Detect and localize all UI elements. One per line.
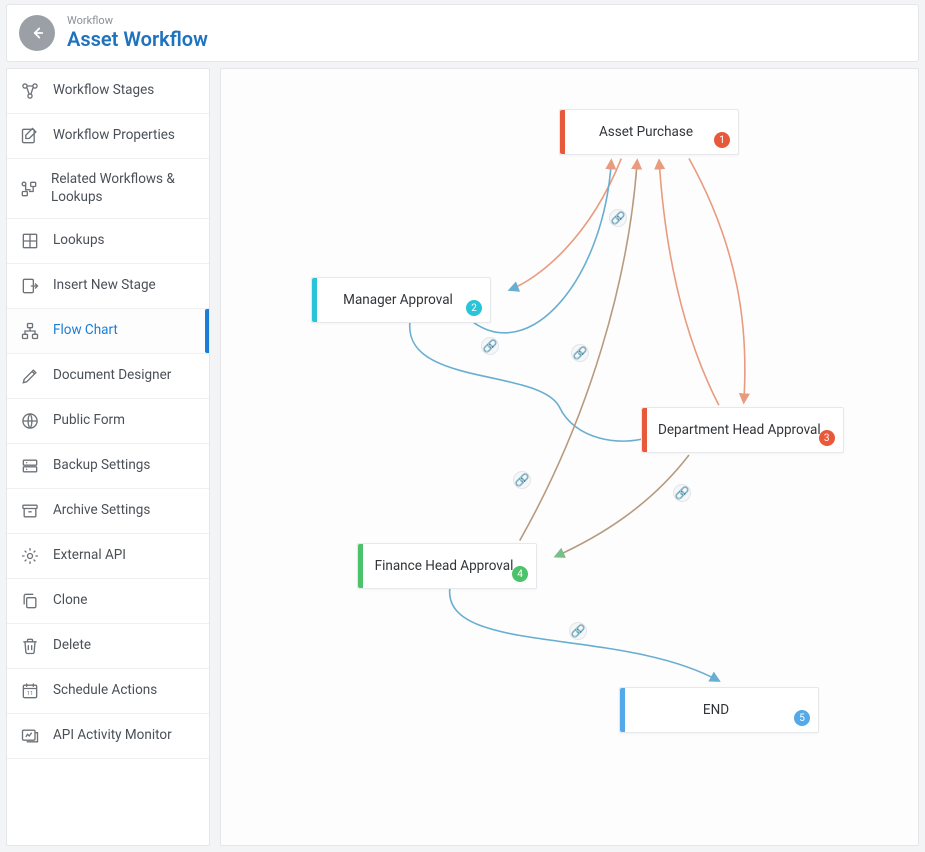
sidebar-item-schedule-actions[interactable]: 11 Schedule Actions — [7, 669, 209, 714]
flowchart-canvas[interactable]: 🔗 🔗 🔗 🔗 🔗 🔗 Asset Purchase 1 Manager App… — [220, 68, 919, 846]
edge-1-to-3 — [689, 159, 745, 403]
sidebar-item-insert-new-stage[interactable]: Insert New Stage — [7, 264, 209, 309]
related-icon — [19, 179, 39, 199]
node-label: Finance Head Approval — [375, 558, 514, 574]
edge-1-to-2 — [510, 159, 622, 290]
trash-icon — [19, 636, 41, 656]
sidebar-item-workflow-stages[interactable]: Workflow Stages — [7, 69, 209, 114]
sidebar-item-label: Delete — [53, 637, 91, 655]
back-button[interactable] — [19, 15, 55, 51]
header-kicker: Workflow — [67, 15, 208, 28]
sidebar-item-label: Lookups — [53, 232, 105, 250]
node-label: Asset Purchase — [599, 124, 693, 140]
svg-text:11: 11 — [27, 691, 34, 697]
edit-icon — [19, 126, 41, 146]
sidebar-item-label: External API — [53, 547, 126, 565]
node-badge: 1 — [714, 132, 730, 148]
link-icon: 🔗 — [571, 344, 589, 362]
node-label: Department Head Approval — [658, 422, 821, 438]
link-icon: 🔗 — [513, 471, 531, 489]
node-accent — [620, 688, 625, 732]
copy-icon — [19, 591, 41, 611]
node-accent — [642, 408, 647, 452]
settings-sidebar: Workflow Stages Workflow Properties Relate… — [6, 68, 210, 846]
link-icon: 🔗 — [569, 622, 587, 640]
flowchart-icon — [19, 321, 41, 341]
grid-icon — [19, 231, 41, 251]
node-label: Manager Approval — [343, 292, 453, 308]
flow-node-end[interactable]: END 5 — [619, 687, 819, 733]
sidebar-item-workflow-properties[interactable]: Workflow Properties — [7, 114, 209, 159]
node-badge: 3 — [819, 430, 835, 446]
sidebar-item-archive-settings[interactable]: Archive Settings — [7, 489, 209, 534]
calendar-icon: 11 — [19, 681, 41, 701]
sidebar-item-flow-chart[interactable]: Flow Chart — [7, 309, 209, 354]
design-icon — [19, 366, 41, 386]
sidebar-item-label: Workflow Properties — [53, 127, 175, 145]
sidebar-item-label: Schedule Actions — [53, 682, 157, 700]
link-icon: 🔗 — [673, 484, 691, 502]
edge-3-to-4 — [556, 455, 689, 556]
gear-icon — [19, 546, 41, 566]
flow-node-finance-head-approval[interactable]: Finance Head Approval 4 — [357, 543, 537, 589]
link-icon: 🔗 — [481, 337, 499, 355]
node-accent — [560, 110, 565, 154]
archive-icon — [19, 501, 41, 521]
sidebar-item-clone[interactable]: Clone — [7, 579, 209, 624]
sidebar-item-label: Workflow Stages — [53, 82, 154, 100]
sidebar-item-public-form[interactable]: Public Form — [7, 399, 209, 444]
sidebar-item-label: Backup Settings — [53, 457, 150, 475]
flow-node-asset-purchase[interactable]: Asset Purchase 1 — [559, 109, 739, 155]
insert-icon — [19, 276, 41, 296]
flow-node-manager-approval[interactable]: Manager Approval 2 — [311, 277, 491, 323]
sidebar-item-label: Flow Chart — [53, 322, 118, 340]
monitor-icon — [19, 726, 41, 746]
node-badge: 5 — [794, 710, 810, 726]
link-icon: 🔗 — [609, 209, 627, 227]
sidebar-item-document-designer[interactable]: Document Designer — [7, 354, 209, 399]
sidebar-item-label: Document Designer — [53, 367, 171, 385]
page-header: Workflow Asset Workflow — [6, 4, 919, 62]
sidebar-item-backup-settings[interactable]: Backup Settings — [7, 444, 209, 489]
sidebar-item-label: Archive Settings — [53, 502, 150, 520]
edge-2-to-1 — [470, 161, 611, 333]
sidebar-item-label: Related Workflows & Lookups — [51, 171, 197, 206]
sidebar-item-api-activity[interactable]: API Activity Monitor — [7, 714, 209, 759]
backup-icon — [19, 456, 41, 476]
flow-node-dept-head-approval[interactable]: Department Head Approval 3 — [641, 407, 844, 453]
sidebar-item-label: API Activity Monitor — [53, 727, 172, 745]
node-badge: 2 — [466, 300, 482, 316]
node-accent — [312, 278, 317, 322]
nodes-icon — [19, 81, 41, 101]
sidebar-item-related-workflows[interactable]: Related Workflows & Lookups — [7, 159, 209, 219]
node-label: END — [703, 702, 729, 718]
sidebar-item-delete[interactable]: Delete — [7, 624, 209, 669]
arrow-left-icon — [28, 24, 46, 42]
node-badge: 4 — [512, 566, 528, 582]
edge-3-to-1 — [659, 161, 719, 406]
edge-2-to-3 — [410, 320, 649, 441]
sidebar-item-external-api[interactable]: External API — [7, 534, 209, 579]
header-texts: Workflow Asset Workflow — [67, 15, 208, 52]
sidebar-item-label: Clone — [53, 592, 87, 610]
sidebar-item-label: Insert New Stage — [53, 277, 156, 295]
globe-icon — [19, 411, 41, 431]
sidebar-item-lookups[interactable]: Lookups — [7, 219, 209, 264]
sidebar-item-label: Public Form — [53, 412, 125, 430]
page-title: Asset Workflow — [67, 28, 208, 51]
node-accent — [358, 544, 363, 588]
